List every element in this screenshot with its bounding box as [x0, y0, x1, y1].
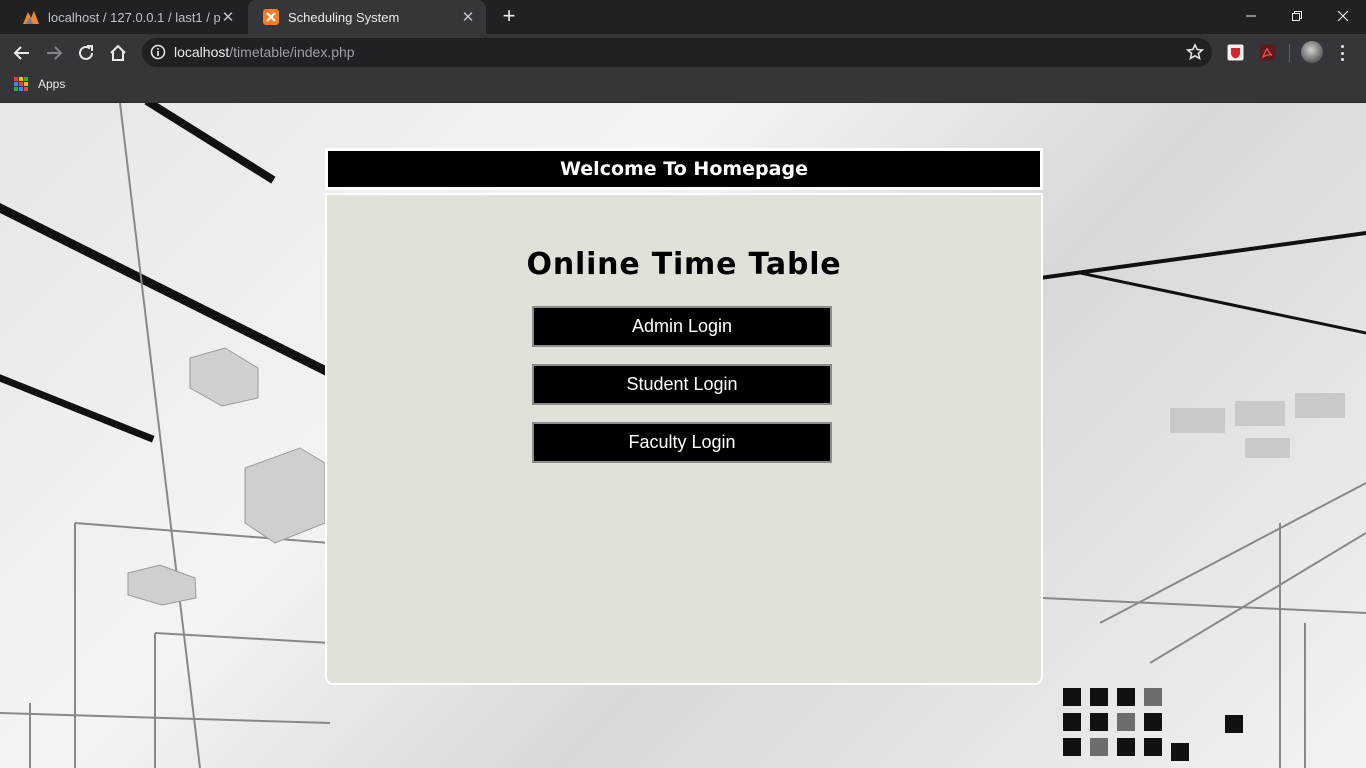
extension-shield-icon[interactable]	[1225, 42, 1245, 62]
url-host: localhost	[174, 44, 230, 60]
pdf-extension-icon[interactable]	[1257, 42, 1277, 62]
reload-icon[interactable]	[73, 40, 99, 66]
url-path: /timetable/index.php	[229, 44, 355, 60]
browser-toolbar: localhost/timetable/index.php	[0, 34, 1366, 71]
card-body: Online Time Table Admin Login Student Lo…	[325, 193, 1043, 685]
forward-arrow-icon[interactable]	[41, 40, 67, 66]
page-header: Welcome To Homepage	[325, 148, 1043, 190]
admin-login-button[interactable]: Admin Login	[532, 306, 832, 347]
minimize-icon[interactable]	[1228, 0, 1274, 32]
bookmark-apps-label: Apps	[38, 77, 66, 91]
more-menu-icon[interactable]	[1334, 43, 1350, 63]
profile-avatar[interactable]	[1301, 41, 1323, 63]
home-icon[interactable]	[105, 40, 131, 66]
tab-strip: localhost / 127.0.0.1 / last1 / prof ✕ S…	[0, 0, 1366, 34]
new-tab-plus-icon[interactable]: +	[497, 5, 521, 29]
tab-title: Scheduling System	[288, 9, 400, 25]
student-login-button[interactable]: Student Login	[532, 364, 832, 405]
toolbar-divider	[1289, 44, 1290, 62]
close-icon[interactable]: ✕	[220, 8, 236, 26]
apps-grid-icon	[14, 77, 28, 91]
back-arrow-icon[interactable]	[9, 40, 35, 66]
url-text: localhost/timetable/index.php	[174, 44, 355, 60]
close-icon[interactable]: ✕	[460, 8, 476, 26]
tab-scheduling-system[interactable]: Scheduling System ✕	[248, 0, 486, 34]
restore-icon[interactable]	[1274, 0, 1320, 32]
bookmarks-bar: Apps	[0, 71, 1366, 103]
address-bar[interactable]: localhost/timetable/index.php	[142, 38, 1212, 67]
bookmark-star-icon[interactable]	[1185, 43, 1205, 66]
info-icon[interactable]	[150, 44, 166, 65]
phpmyadmin-icon	[22, 8, 40, 26]
app-title: Online Time Table	[526, 247, 842, 282]
tab-phpmyadmin[interactable]: localhost / 127.0.0.1 / last1 / prof ✕	[8, 0, 246, 34]
bookmark-apps[interactable]: Apps	[14, 77, 65, 91]
faculty-login-button[interactable]: Faculty Login	[532, 422, 832, 463]
homepage-card: Welcome To Homepage Online Time Table Ad…	[325, 148, 1043, 685]
window-close-icon[interactable]	[1320, 0, 1366, 32]
xampp-icon	[262, 8, 280, 26]
page-viewport: Welcome To Homepage Online Time Table Ad…	[0, 103, 1366, 768]
tab-title: localhost / 127.0.0.1 / last1 / prof	[48, 9, 220, 25]
